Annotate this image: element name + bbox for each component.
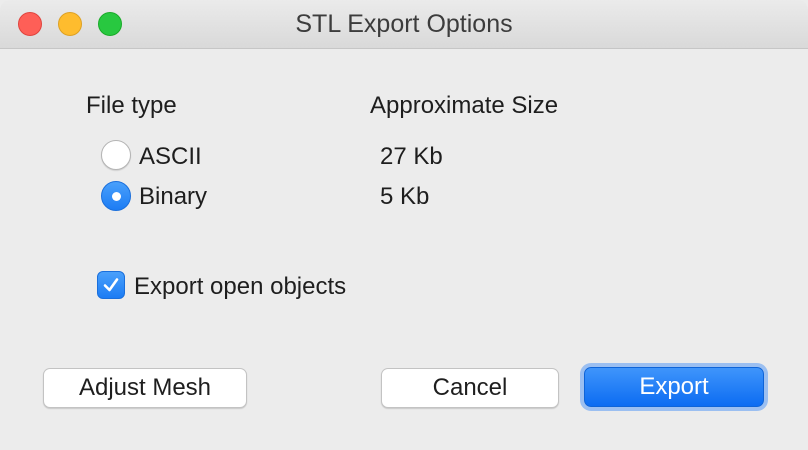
binary-radio-label[interactable]: Binary	[139, 183, 207, 211]
adjust-mesh-button[interactable]: Adjust Mesh	[43, 368, 247, 408]
binary-size-value: 5 Kb	[380, 183, 430, 210]
cancel-button[interactable]: Cancel	[381, 368, 559, 408]
ascii-size-value: 27 Kb	[380, 143, 443, 170]
file-type-heading: File type	[86, 92, 177, 119]
stl-export-dialog: STL Export Options File type Approximate…	[0, 0, 808, 450]
radio-selected-dot	[112, 192, 121, 201]
window-title: STL Export Options	[295, 10, 513, 38]
title-bar[interactable]: STL Export Options	[0, 0, 808, 49]
approximate-size-heading: Approximate Size	[370, 92, 559, 119]
export-button[interactable]: Export	[584, 367, 764, 407]
export-open-objects-label[interactable]: Export open objects	[134, 273, 346, 301]
binary-radio[interactable]	[101, 181, 131, 211]
export-open-objects-checkbox[interactable]	[97, 271, 125, 299]
ascii-radio-label[interactable]: ASCII	[139, 143, 202, 171]
ascii-radio[interactable]	[101, 140, 131, 170]
checkmark-icon	[103, 278, 119, 292]
